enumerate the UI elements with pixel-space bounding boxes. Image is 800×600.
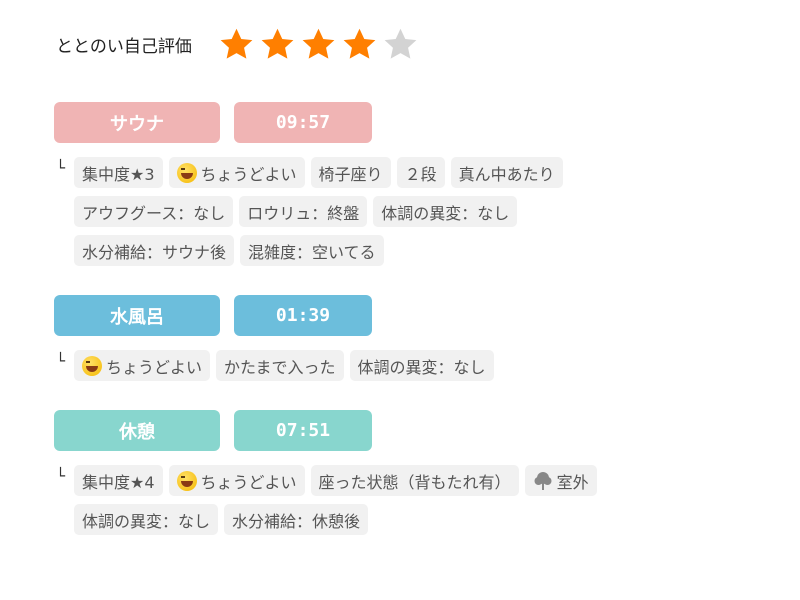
tag: ちょうどよい: [168, 465, 305, 496]
rest-tags: └ 集中度★4 ちょうどよい 座った状態（背もたれ有） 室外 体調の異変：なし …: [54, 465, 754, 535]
tag: 体調の異変：なし: [349, 350, 494, 381]
rating-stars[interactable]: [218, 26, 419, 63]
rating-row: ととのい自己評価: [56, 22, 419, 66]
tag: 室外: [524, 465, 597, 496]
water-bath-label-pill: 水風呂: [54, 295, 220, 336]
branch-marker: └: [56, 467, 66, 485]
water-bath-section: 水風呂 01:39 └ ちょうどよい かたまで入った 体調の異変：なし: [54, 295, 754, 389]
grinning-squint-emoji-icon: [176, 162, 197, 183]
star-icon[interactable]: [300, 26, 337, 63]
star-icon[interactable]: [382, 26, 419, 63]
rest-section: 休憩 07:51 └ 集中度★4 ちょうどよい 座った状態（背もたれ有） 室外 …: [54, 410, 754, 543]
tag: アウフグース：なし: [74, 196, 234, 227]
star-icon[interactable]: [341, 26, 378, 63]
rest-label-pill: 休憩: [54, 410, 220, 451]
tag: 体調の異変：なし: [74, 504, 219, 535]
tag: 集中度★4: [74, 465, 163, 496]
tag: 集中度★3: [74, 157, 163, 188]
tag: ロウリュ：終盤: [239, 196, 368, 227]
tag: 水分補給：休憩後: [224, 504, 369, 535]
branch-marker: └: [56, 352, 66, 370]
water-bath-tags: └ ちょうどよい かたまで入った 体調の異変：なし: [54, 350, 754, 381]
sauna-time-pill: 09:57: [234, 102, 372, 143]
tag: 座った状態（背もたれ有）: [310, 465, 519, 496]
water-bath-time-pill: 01:39: [234, 295, 372, 336]
sauna-label-pill: サウナ: [54, 102, 220, 143]
star-icon[interactable]: [218, 26, 255, 63]
tag: ちょうどよい: [74, 350, 211, 381]
tag: かたまで入った: [216, 350, 344, 381]
tag: 真ん中あたり: [450, 157, 563, 188]
tag: 体調の異変：なし: [373, 196, 518, 227]
sauna-tags: └ 集中度★3 ちょうどよい 椅子座り ２段 真ん中あたり アウフグース：なし …: [54, 157, 754, 266]
sauna-section: サウナ 09:57 └ 集中度★3 ちょうどよい 椅子座り ２段 真ん中あたり …: [54, 102, 754, 274]
tag: ２段: [396, 157, 445, 188]
rating-label: ととのい自己評価: [56, 36, 192, 57]
tag: ちょうどよい: [168, 157, 305, 188]
tag: 混雑度：空いてる: [240, 235, 384, 266]
rest-time-pill: 07:51: [234, 410, 372, 451]
tree-icon: [534, 471, 552, 490]
tag: 椅子座り: [310, 157, 391, 188]
tag: 水分補給：サウナ後: [74, 235, 235, 266]
star-icon[interactable]: [259, 26, 296, 63]
grinning-squint-emoji-icon: [176, 470, 197, 491]
branch-marker: └: [56, 159, 66, 177]
grinning-squint-emoji-icon: [82, 355, 102, 376]
